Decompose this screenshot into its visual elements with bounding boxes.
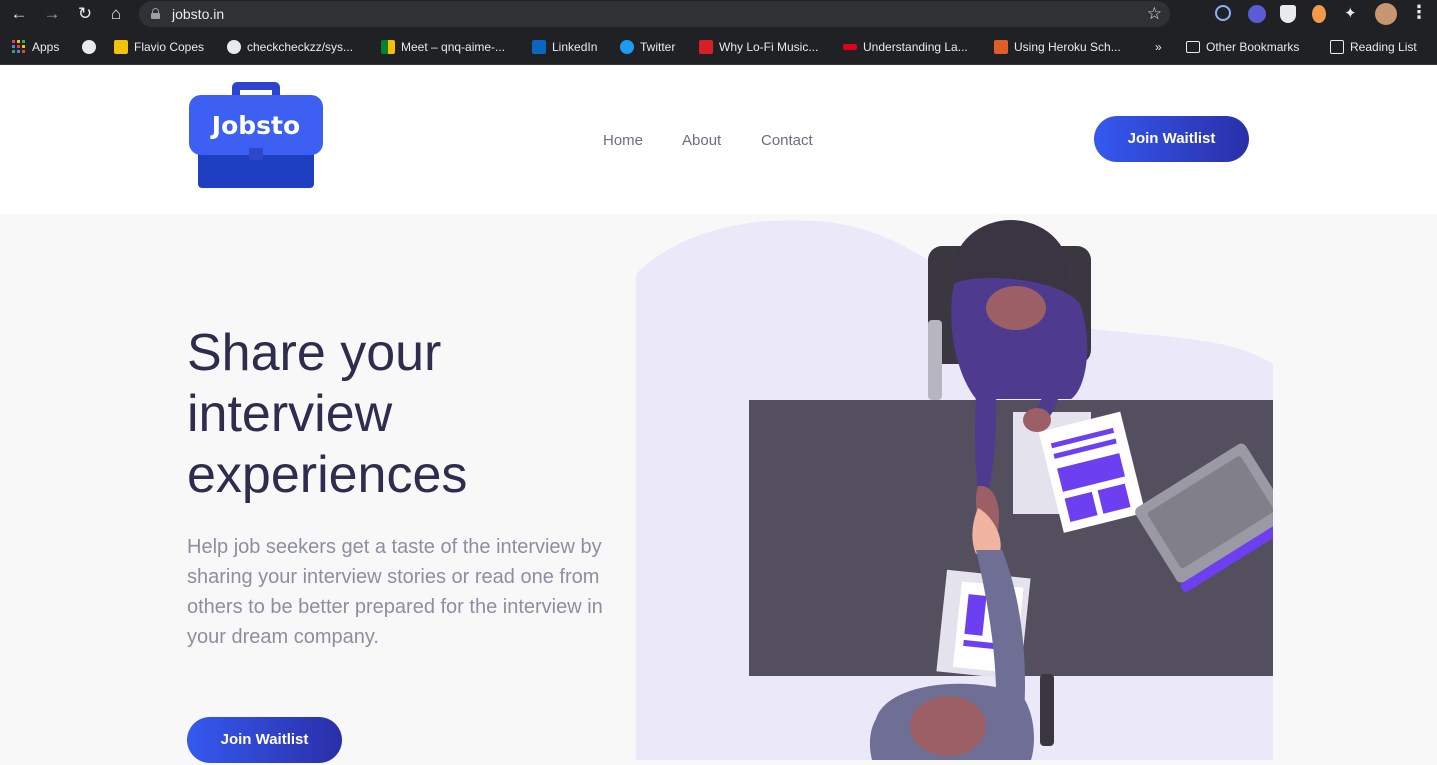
site-header: Jobsto Home About Contact Join Waitlist (0, 65, 1437, 214)
back-icon[interactable]: ← (9, 4, 29, 24)
reading-list[interactable]: Reading List (1330, 38, 1417, 55)
web-page: Jobsto Home About Contact Join Waitlist (0, 65, 1437, 763)
globe-icon (82, 39, 96, 54)
lock-icon (151, 8, 160, 19)
linkedin-icon (532, 39, 546, 54)
browser-menu-icon[interactable]: ⋮ (1410, 2, 1428, 23)
extension-icon[interactable] (1248, 5, 1266, 23)
address-bar[interactable]: jobsto.in ☆ (139, 1, 1170, 27)
url-text[interactable]: jobsto.in (172, 6, 224, 22)
flavio-favicon-icon (114, 39, 128, 54)
nav-about[interactable]: About (682, 132, 721, 149)
google-meet-icon (381, 39, 395, 54)
heroku-favicon-icon (994, 39, 1008, 54)
hero-join-waitlist-button[interactable]: Join Waitlist (187, 717, 342, 763)
hero-description: Help job seekers get a taste of the inte… (187, 536, 603, 648)
browser-toolbar: ← → ↻ ⌂ jobsto.in ☆ ✦ ⋮ (0, 0, 1437, 28)
header-join-waitlist-button[interactable]: Join Waitlist (1094, 116, 1249, 162)
handshake-illustration (636, 214, 1294, 760)
nav-contact[interactable]: Contact (761, 132, 813, 149)
puzzle-extensions-icon[interactable]: ✦ (1344, 5, 1362, 23)
bookmark-linkedin[interactable]: LinkedIn (532, 38, 597, 55)
hero-section: Share your interview experiences Help jo… (0, 214, 1437, 763)
bookmark-understanding[interactable]: Understanding La... (843, 38, 968, 55)
twitter-icon (620, 39, 634, 54)
react-devtools-icon[interactable] (1215, 5, 1231, 21)
bookmark-flavio-copes[interactable]: Flavio Copes (114, 38, 204, 55)
globe-bookmark[interactable] (82, 38, 96, 55)
bookmark-twitter[interactable]: Twitter (620, 38, 675, 55)
shield-extension-icon[interactable] (1280, 5, 1296, 23)
logo-text: Jobsto (210, 111, 300, 140)
bookmark-lofi[interactable]: Why Lo-Fi Music... (699, 38, 818, 55)
extension-icon[interactable] (1312, 5, 1326, 23)
apps-grid-icon (12, 39, 26, 54)
other-bookmarks[interactable]: Other Bookmarks (1186, 38, 1299, 55)
more-bookmarks-chevron[interactable]: » (1155, 38, 1162, 55)
bookmark-apps[interactable]: Apps (12, 38, 59, 55)
bookmark-heroku[interactable]: Using Heroku Sch... (994, 38, 1121, 55)
github-icon (227, 39, 241, 54)
reload-icon[interactable]: ↻ (75, 4, 95, 24)
favicon-icon (843, 43, 857, 50)
jobsto-logo[interactable]: Jobsto (188, 82, 324, 188)
bookmark-star-icon[interactable]: ☆ (1147, 4, 1162, 24)
bookmark-checkcheckzz[interactable]: checkcheckzz/sys... (227, 38, 353, 55)
reading-list-icon (1330, 39, 1344, 54)
hero-title: Share your interview experiences (187, 324, 468, 504)
lofi-favicon-icon (699, 39, 713, 54)
home-icon[interactable]: ⌂ (106, 4, 126, 24)
folder-icon (1186, 40, 1200, 53)
nav-home[interactable]: Home (603, 132, 643, 149)
forward-icon[interactable]: → (42, 4, 62, 24)
bookmarks-bar: Apps Flavio Copes checkcheckzz/sys... Me… (0, 28, 1437, 65)
profile-avatar[interactable] (1375, 3, 1397, 25)
bookmark-meet[interactable]: Meet – qnq-aime-... (381, 38, 505, 55)
